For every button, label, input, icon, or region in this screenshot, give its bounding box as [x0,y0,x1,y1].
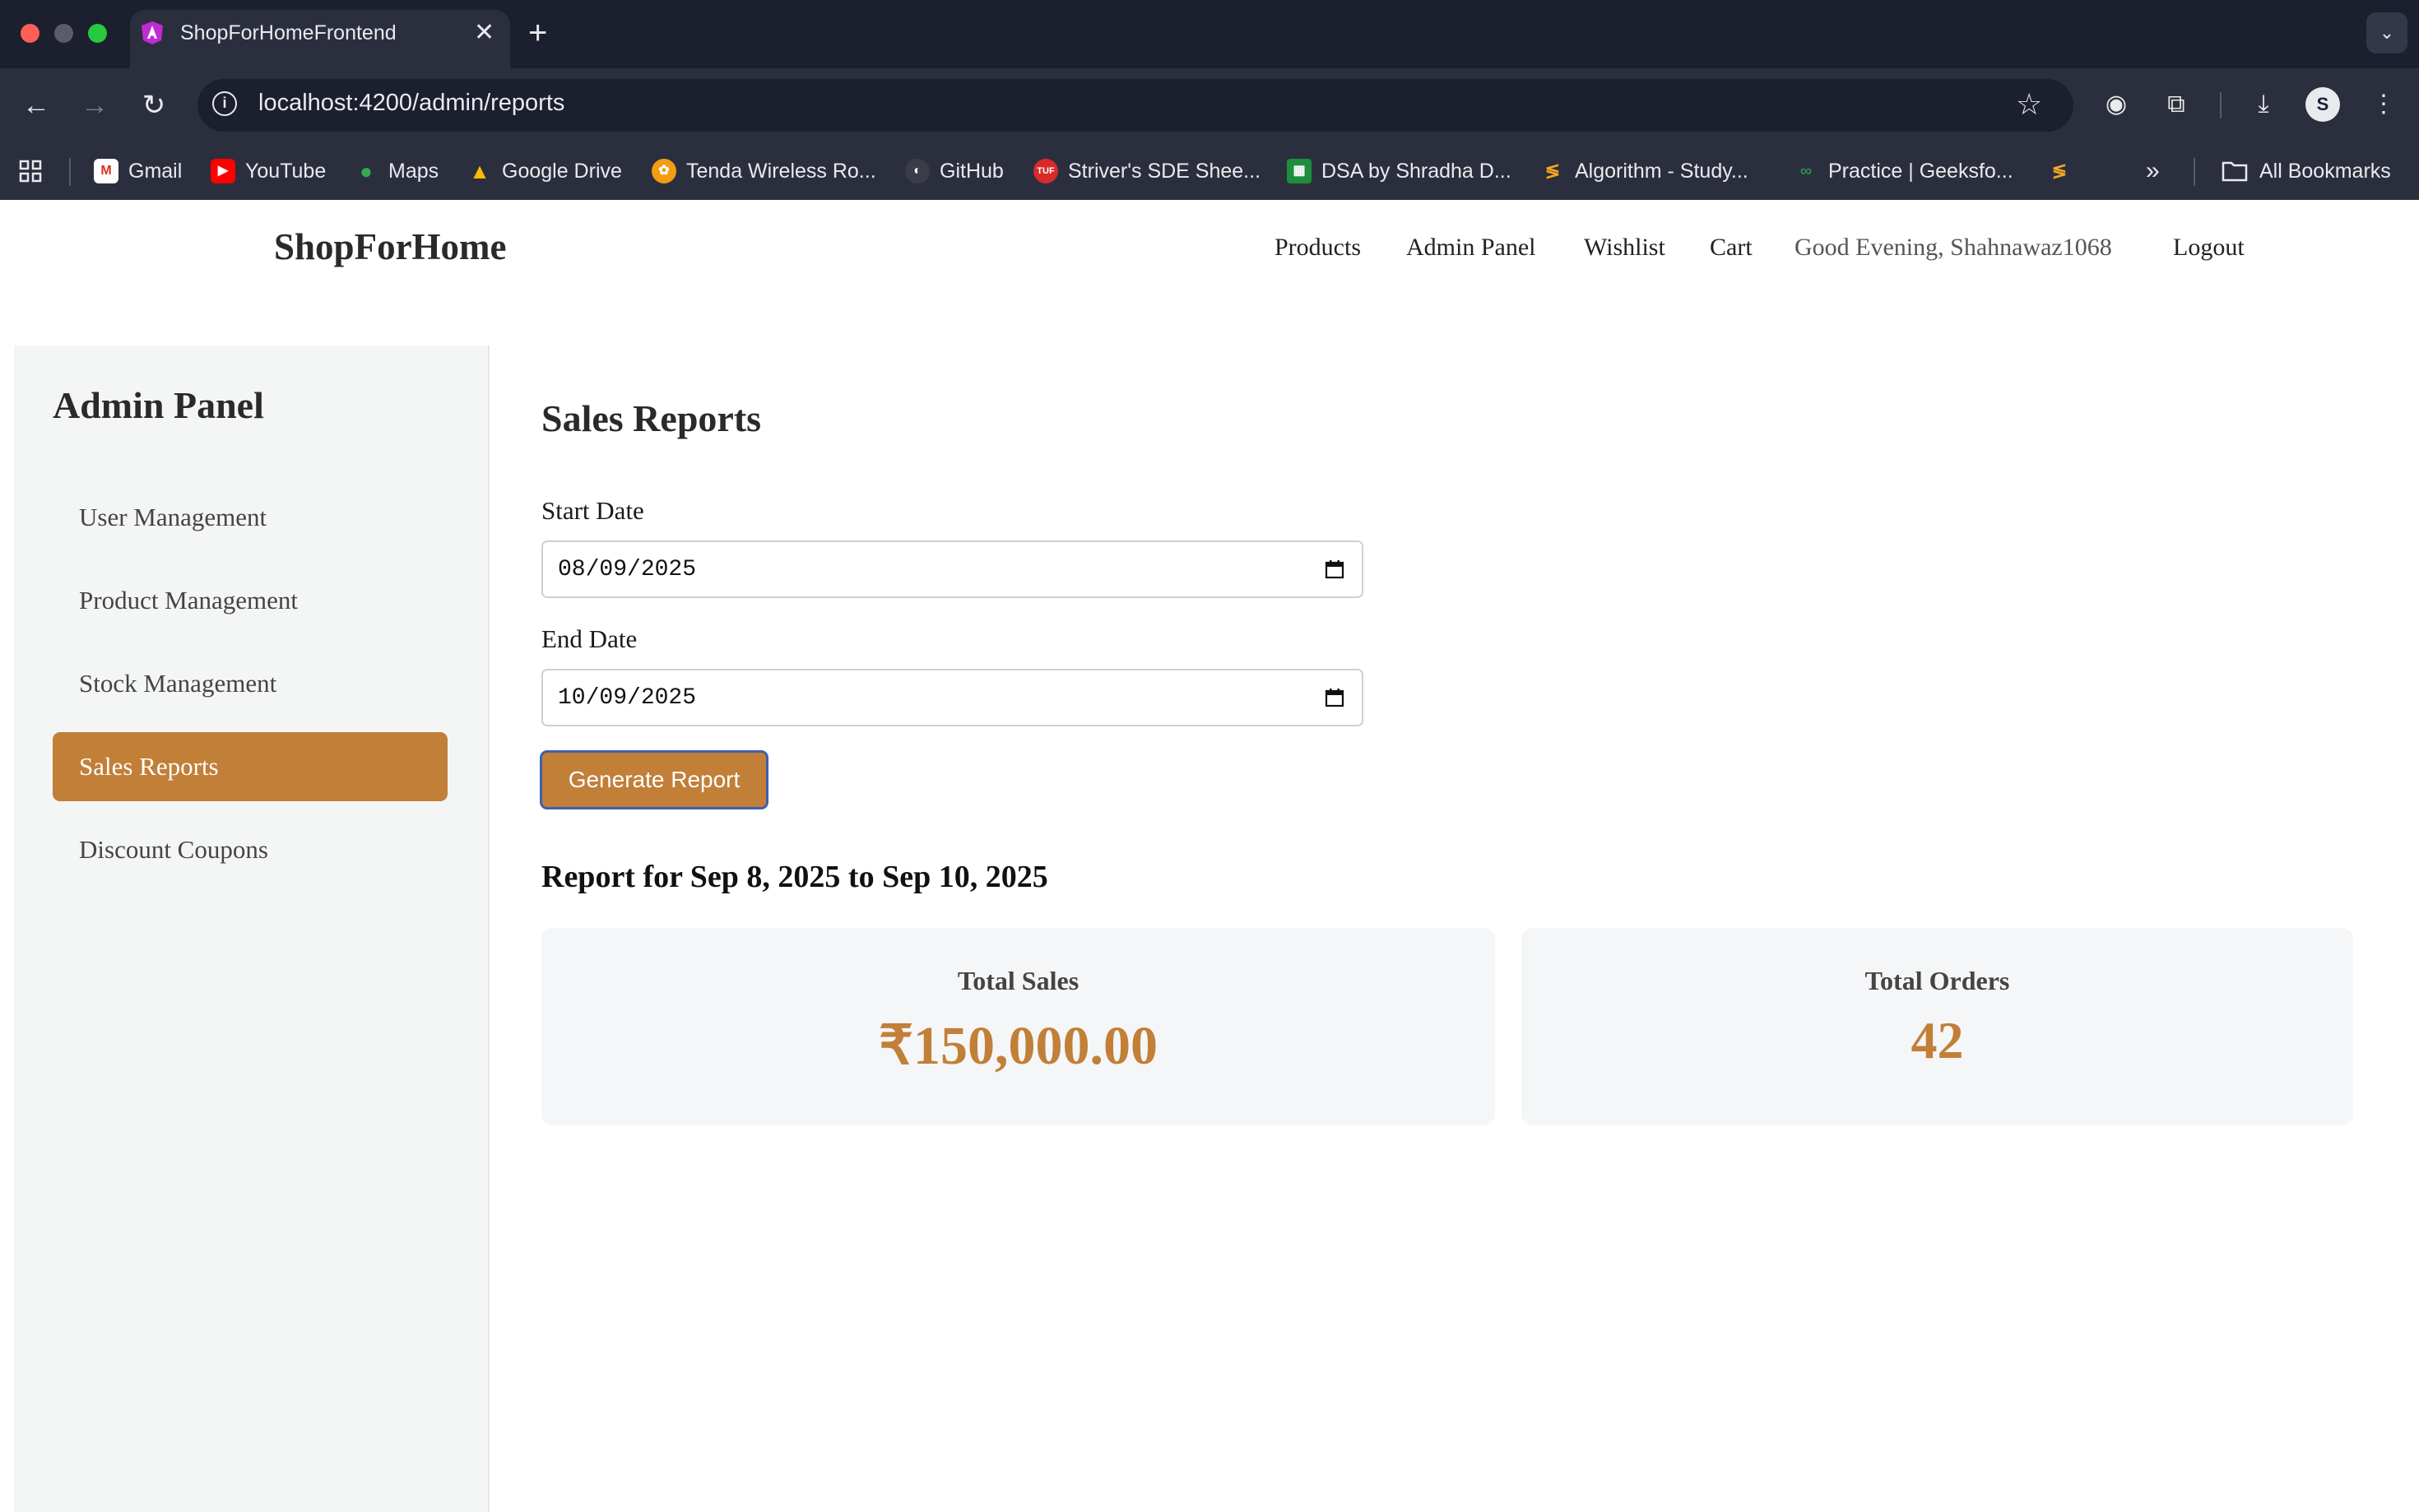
total-orders-card: Total Orders 42 [1521,928,2353,1125]
bookmark-google-drive[interactable]: ▲ Google Drive [467,155,622,188]
total-sales-card: Total Sales ₹150,000.00 [541,928,1495,1125]
start-date-label: Start Date [541,496,644,525]
nav-products[interactable]: Products [1275,234,1361,262]
gmail-icon: M [94,159,118,183]
site-info-icon[interactable]: i [212,91,237,116]
leetcode-icon: ≶ [1544,160,1561,181]
maximize-window-button[interactable] [88,24,107,43]
bookmark-striver[interactable]: TUF Striver's SDE Shee... [1033,155,1261,188]
site-brand[interactable]: ShopForHome [274,225,507,268]
profile-avatar[interactable]: S [2305,87,2340,122]
sidebar-title: Admin Panel [53,384,264,426]
bookmarks-divider [69,158,71,186]
back-icon[interactable]: ← [17,86,55,124]
nav-cart[interactable]: Cart [1710,234,1753,262]
nav-logout[interactable]: Logout [2173,234,2245,262]
more-bookmarks-icon[interactable]: » [2146,155,2160,188]
bookmark-github[interactable]: ◐ GitHub [905,155,1004,188]
reload-icon[interactable]: ↻ [135,86,173,124]
bookmark-maps[interactable]: ● Maps [354,155,439,188]
total-orders-label: Total Orders [1864,966,2010,995]
new-tab-button[interactable]: + [528,13,547,53]
bookmark-youtube[interactable]: ▶ YouTube [211,155,326,188]
geeksforgeeks-icon: ∞ [1799,162,1813,180]
bookmark-tenda[interactable]: ✿ Tenda Wireless Ro... [652,155,876,188]
close-tab-icon[interactable]: ✕ [474,18,494,48]
end-date-label: End Date [541,624,638,653]
all-bookmarks-button[interactable]: All Bookmarks [2222,155,2391,188]
close-window-button[interactable] [21,24,39,43]
toolbar-divider [2220,92,2222,118]
sidebar-item-discount-coupons[interactable]: Discount Coupons [53,815,448,884]
bookmark-leetcode[interactable]: ≶ [2047,155,2082,188]
download-icon[interactable]: ⤓ [2245,86,2282,123]
bookmark-star-icon[interactable]: ☆ [2016,86,2042,123]
total-sales-value: ₹150,000.00 [879,1016,1158,1076]
end-date-input[interactable]: 10/09/2025 [541,669,1363,726]
maps-pin-icon: ● [360,159,373,183]
apps-grid-icon[interactable] [18,155,43,188]
tenda-icon: ✿ [652,159,676,183]
nav-admin-panel[interactable]: Admin Panel [1406,234,1536,262]
sidebar-item-user-management[interactable]: User Management [53,483,448,552]
bookmark-gmail[interactable]: M Gmail [94,155,182,188]
address-bar-url[interactable]: localhost:4200/admin/reports [258,90,564,117]
folder-icon [2222,161,2248,182]
calendar-icon[interactable] [1324,559,1345,580]
tab-search-chevron-icon[interactable]: ⌄ [2366,12,2407,53]
bookmarks-divider [2194,158,2195,186]
nav-wishlist[interactable]: Wishlist [1584,234,1665,262]
start-date-value[interactable]: 08/09/2025 [558,557,696,582]
total-orders-value: 42 [1911,1011,1964,1069]
bookmark-geeksforgeeks[interactable]: ∞ Practice | Geeksfo... [1794,155,2013,188]
github-icon: ◐ [905,159,930,183]
calendar-icon[interactable] [1324,687,1345,708]
leetcode-icon: ≶ [2051,160,2068,181]
generate-report-button[interactable]: Generate Report [540,750,768,809]
google-drive-icon: ▲ [469,159,490,183]
user-greeting: Good Evening, Shahnawaz1068 [1795,234,2112,261]
extension-icon[interactable]: ◉ [2097,86,2135,123]
tab-title: ShopForHomeFrontend [180,21,397,44]
sheets-icon: ▦ [1287,159,1312,183]
total-sales-label: Total Sales [957,966,1079,995]
angular-icon [142,21,163,44]
sidebar-item-sales-reports[interactable]: Sales Reports [53,732,448,801]
report-range-heading: Report for Sep 8, 2025 to Sep 10, 2025 [541,860,1048,894]
bookmark-algorithm[interactable]: ≶ Algorithm - Study... [1540,155,1748,188]
sidebar-item-product-management[interactable]: Product Management [53,566,448,635]
page-title: Sales Reports [541,397,762,439]
tuf-icon: TUF [1033,159,1058,183]
forward-icon[interactable]: → [76,86,114,124]
start-date-input[interactable]: 08/09/2025 [541,540,1363,598]
end-date-value[interactable]: 10/09/2025 [558,685,696,711]
sidebar-item-stock-management[interactable]: Stock Management [53,649,448,718]
bookmark-dsa-shradha[interactable]: ▦ DSA by Shradha D... [1287,155,1511,188]
youtube-icon: ▶ [211,159,235,183]
minimize-window-button[interactable] [54,24,73,43]
extensions-puzzle-icon[interactable]: ⧉ [2157,86,2195,123]
menu-kebab-icon[interactable]: ⋮ [2365,86,2403,123]
